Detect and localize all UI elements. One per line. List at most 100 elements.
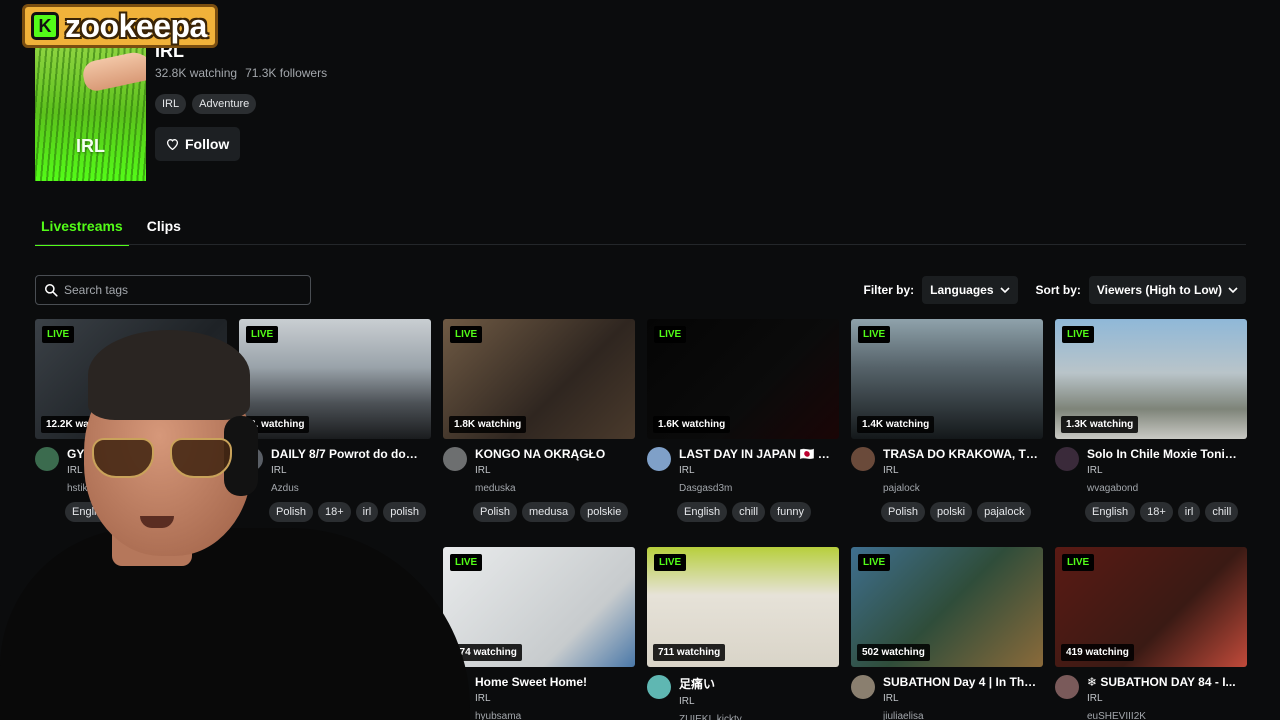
stream-category[interactable]: IRL [475, 693, 630, 704]
sort-value: Viewers (High to Low) [1096, 283, 1222, 297]
tab-clips[interactable]: Clips [141, 214, 187, 246]
stream-tag[interactable]: Polish [881, 502, 925, 522]
stream-meta: SUBATHON Day 4 | In Tha... IRL jiuliaeli… [883, 675, 1038, 720]
stream-card[interactable]: LIVE 974 watching Home Sweet Home! IRL h… [443, 547, 635, 720]
stream-title[interactable]: Solo In Chile Moxie Tonight [1087, 447, 1242, 461]
stream-tag[interactable]: Polish [473, 502, 517, 522]
stream-category[interactable]: IRL [679, 696, 834, 707]
streamer-hair [88, 330, 250, 420]
avatar[interactable] [1055, 447, 1079, 471]
follow-button[interactable]: Follow [155, 127, 241, 161]
stream-meta: LAST DAY IN JAPAN 🇯🇵 M... IRL Dasgasd3m … [677, 447, 834, 522]
channel-name[interactable]: meduska [475, 483, 630, 494]
webcam-overlay [0, 316, 470, 720]
sunglasses-lens [92, 438, 154, 478]
stream-tag[interactable]: 18+ [1140, 502, 1173, 522]
stream-tag[interactable]: English [1085, 502, 1136, 522]
viewer-count: 419 watching [1061, 644, 1134, 661]
avatar[interactable] [1055, 675, 1079, 699]
stream-card[interactable]: LIVE 1.4K watching TRASA DO KRAKOWA, TY.… [851, 319, 1043, 522]
category-stats: 32.8K watching 71.3K followers [155, 66, 327, 80]
tag-search[interactable] [35, 275, 311, 305]
heart-icon [166, 139, 179, 150]
stream-title[interactable]: ❄ SUBATHON DAY 84 - I... [1087, 675, 1242, 689]
channel-name[interactable]: hyubsama [475, 711, 630, 720]
stream-meta: 足痛い IRL ZUIEKI_kickty [679, 675, 834, 720]
stream-info: TRASA DO KRAKOWA, TY... IRL pajalock Pol… [851, 447, 1043, 522]
channel-name[interactable]: ZUIEKI_kickty [679, 714, 834, 720]
watching-count: 32.8K watching [155, 66, 238, 80]
live-badge: LIVE [654, 326, 687, 343]
channel-name[interactable]: euSHEVIII2K [1087, 711, 1242, 720]
channel-name[interactable]: wvagabond [1087, 483, 1242, 494]
stream-category[interactable]: IRL [1087, 465, 1242, 476]
stream-category[interactable]: IRL [475, 465, 630, 476]
avatar[interactable] [647, 447, 671, 471]
languages-dropdown[interactable]: Languages [922, 276, 1018, 304]
stream-thumbnail[interactable]: LIVE 1.8K watching [443, 319, 635, 439]
avatar[interactable] [851, 447, 875, 471]
stream-card[interactable]: LIVE 1.8K watching KONGO NA OKRĄGŁO IRL … [443, 319, 635, 522]
stream-info: Solo In Chile Moxie Tonight IRL wvagabon… [1055, 447, 1247, 522]
stream-info: 足痛い IRL ZUIEKI_kickty [647, 675, 839, 720]
category-tags: IRL Adventure [155, 94, 257, 114]
stream-thumbnail[interactable]: LIVE 711 watching [647, 547, 839, 667]
stream-title[interactable]: KONGO NA OKRĄGŁO [475, 447, 630, 461]
stream-tags: Polish medusa polskie [473, 502, 630, 522]
channel-name[interactable]: jiuliaelisa [883, 711, 1038, 720]
stream-tag[interactable]: funny [770, 502, 811, 522]
sort-dropdown[interactable]: Viewers (High to Low) [1088, 276, 1246, 304]
stream-thumbnail[interactable]: LIVE 1.4K watching [851, 319, 1043, 439]
stream-card[interactable]: LIVE 502 watching SUBATHON Day 4 | In Th… [851, 547, 1043, 720]
stream-title[interactable]: 足痛い [679, 675, 834, 692]
search-input[interactable] [64, 283, 294, 297]
filter-label: Filter by: [863, 283, 915, 297]
stream-category[interactable]: IRL [883, 693, 1038, 704]
stream-card[interactable]: LIVE 711 watching 足痛い IRL ZUIEKI_kickty [647, 547, 839, 720]
viewer-count: 1.3K watching [1061, 416, 1139, 433]
stream-tag[interactable]: medusa [521, 502, 576, 522]
stream-title[interactable]: TRASA DO KRAKOWA, TY... [883, 447, 1038, 461]
category-tag[interactable]: Adventure [192, 94, 257, 114]
category-tag[interactable]: IRL [155, 94, 187, 114]
stream-thumbnail[interactable]: LIVE 502 watching [851, 547, 1043, 667]
stream-thumbnail[interactable]: LIVE 419 watching [1055, 547, 1247, 667]
filter-sort-bar: Filter by: Languages Sort by: Viewers (H… [863, 276, 1246, 304]
stream-tags: English chill funny [677, 502, 834, 522]
stream-tag[interactable]: irl [1177, 502, 1201, 522]
stream-title[interactable]: LAST DAY IN JAPAN 🇯🇵 M... [679, 447, 834, 461]
languages-label: Languages [930, 283, 994, 297]
stream-meta: Home Sweet Home! IRL hyubsama [475, 675, 630, 720]
stream-tag[interactable]: pajalock [977, 502, 1032, 522]
tab-bar: Livestreams Clips [35, 214, 187, 246]
stream-title[interactable]: SUBATHON Day 4 | In Tha... [883, 675, 1038, 689]
stream-thumbnail[interactable]: LIVE 974 watching [443, 547, 635, 667]
live-badge: LIVE [1062, 326, 1095, 343]
stream-tag[interactable]: polski [929, 502, 973, 522]
follow-label: Follow [185, 136, 230, 152]
stream-meta: KONGO NA OKRĄGŁO IRL meduska Polish medus… [473, 447, 630, 522]
stream-thumbnail[interactable]: LIVE 1.3K watching [1055, 319, 1247, 439]
stream-tag[interactable]: English [677, 502, 728, 522]
stream-card[interactable]: LIVE 1.3K watching Solo In Chile Moxie T… [1055, 319, 1247, 522]
stream-card[interactable]: LIVE 419 watching ❄ SUBATHON DAY 84 - I.… [1055, 547, 1247, 720]
tab-divider [35, 244, 1246, 245]
live-badge: LIVE [654, 554, 687, 571]
tab-livestreams[interactable]: Livestreams [35, 214, 129, 246]
sunglasses-lens [170, 438, 232, 478]
stream-tag[interactable]: polskie [580, 502, 629, 522]
channel-name[interactable]: pajalock [883, 483, 1038, 494]
stream-card[interactable]: LIVE 1.6K watching LAST DAY IN JAPAN 🇯🇵 … [647, 319, 839, 522]
stream-tag[interactable]: chill [732, 502, 766, 522]
avatar[interactable] [851, 675, 875, 699]
channel-name[interactable]: Dasgasd3m [679, 483, 834, 494]
stream-title[interactable]: Home Sweet Home! [475, 675, 630, 689]
streamer-logo: K zookeepa [22, 4, 218, 48]
stream-tag[interactable]: chill [1205, 502, 1239, 522]
stream-thumbnail[interactable]: LIVE 1.6K watching [647, 319, 839, 439]
avatar[interactable] [647, 675, 671, 699]
stream-category[interactable]: IRL [883, 465, 1038, 476]
stream-category[interactable]: IRL [679, 465, 834, 476]
page: IRL IRL 32.8K watching 71.3K followers I… [0, 0, 1280, 720]
stream-category[interactable]: IRL [1087, 693, 1242, 704]
